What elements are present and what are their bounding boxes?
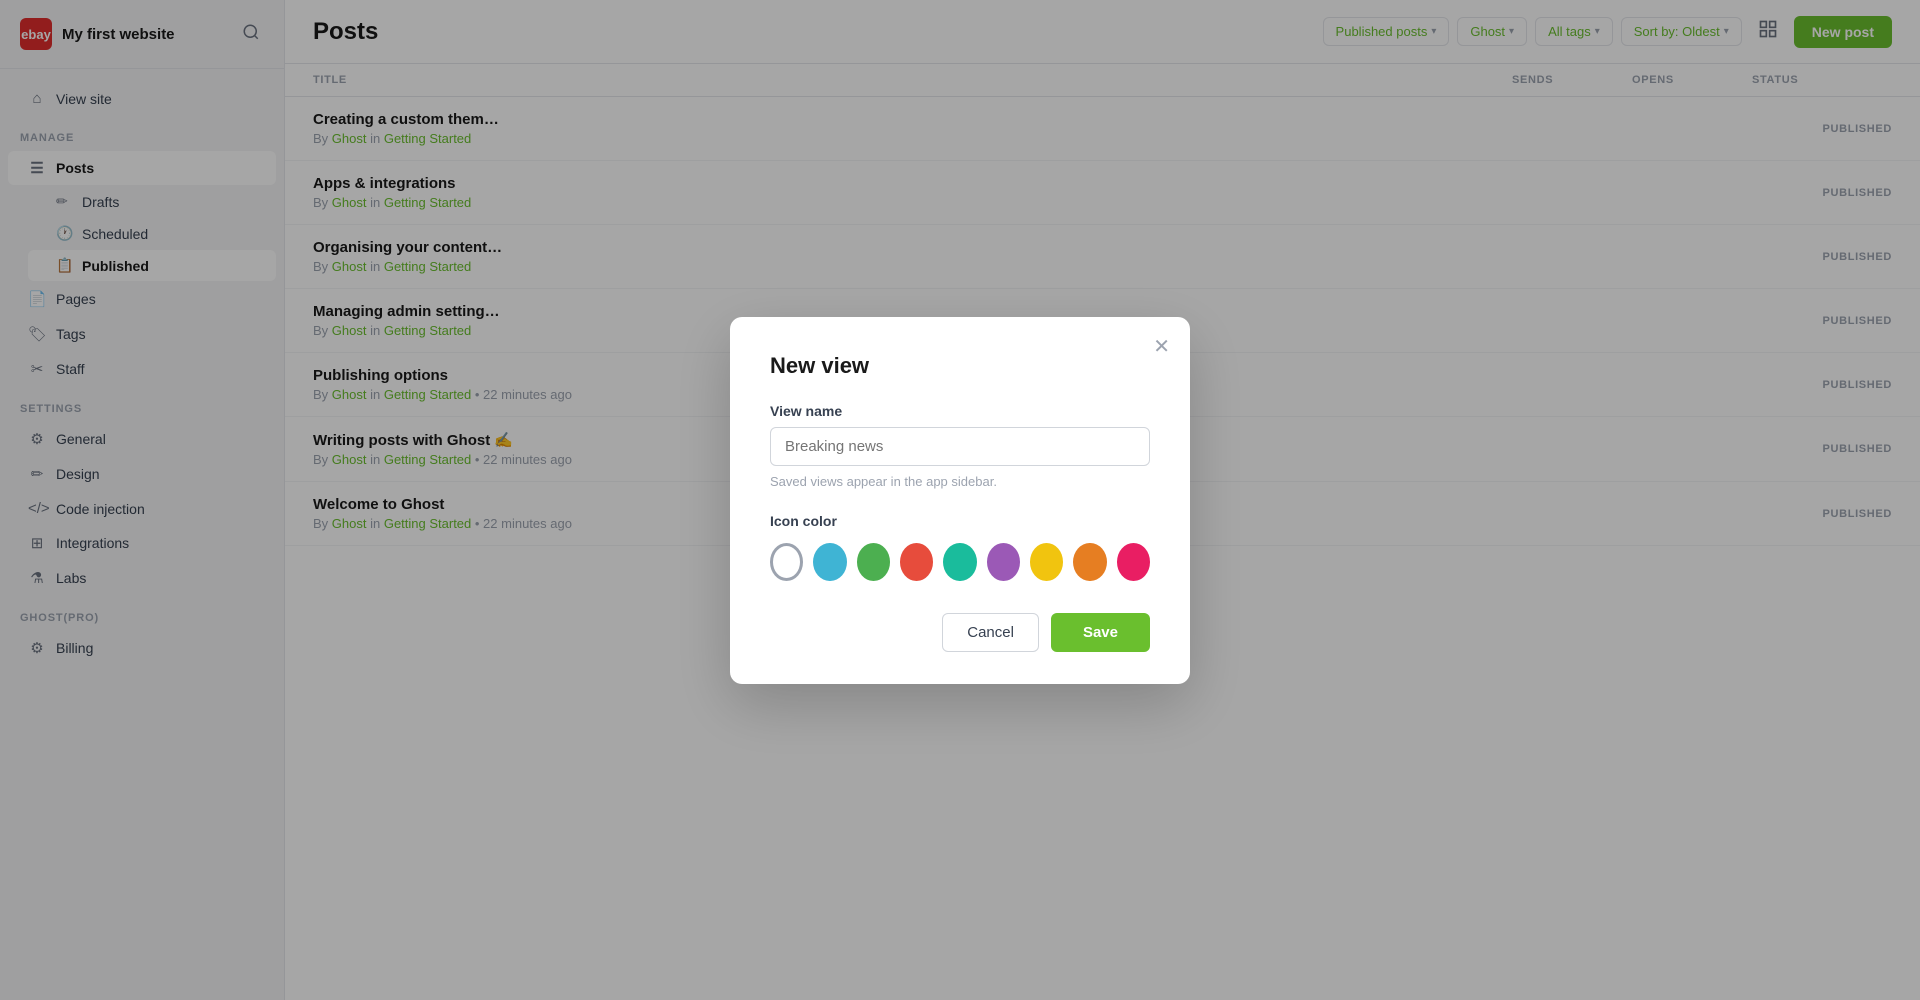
hint-text: Saved views appear in the app sidebar. [770, 474, 1150, 489]
color-swatch-crimson[interactable] [1117, 543, 1150, 581]
color-swatch-blue[interactable] [813, 543, 846, 581]
modal-overlay[interactable]: ✕ New view View name Saved views appear … [0, 0, 1920, 1000]
view-name-label: View name [770, 403, 1150, 419]
cancel-button[interactable]: Cancel [942, 613, 1039, 652]
color-swatch-yellow[interactable] [1030, 543, 1063, 581]
color-swatch-purple[interactable] [987, 543, 1020, 581]
icon-color-label: Icon color [770, 513, 1150, 529]
modal-actions: Cancel Save [770, 613, 1150, 652]
color-swatch-teal[interactable] [943, 543, 976, 581]
color-swatch-orange[interactable] [1073, 543, 1106, 581]
new-view-modal: ✕ New view View name Saved views appear … [730, 317, 1190, 684]
view-name-input[interactable] [770, 427, 1150, 466]
color-swatch-red[interactable] [900, 543, 933, 581]
save-button[interactable]: Save [1051, 613, 1150, 652]
color-swatches [770, 543, 1150, 581]
color-swatch-green[interactable] [857, 543, 890, 581]
color-swatch-white[interactable] [770, 543, 803, 581]
modal-close-button[interactable]: ✕ [1149, 333, 1174, 361]
modal-title: New view [770, 353, 1150, 379]
